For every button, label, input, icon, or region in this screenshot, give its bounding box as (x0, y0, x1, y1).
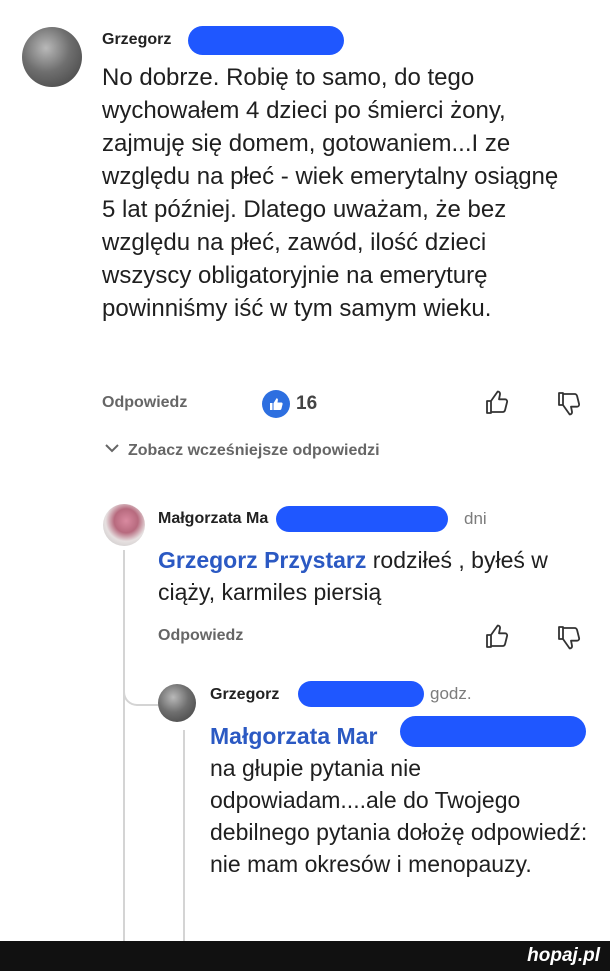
comment-text: No dobrze. Robię to samo, do tego wychow… (102, 64, 559, 322)
reply2-text: na głupie pytania nie odpowiadam....ale … (210, 755, 588, 877)
thread-branch (123, 676, 161, 706)
redaction-mark (188, 26, 344, 55)
reply2-time: godz. (430, 684, 472, 703)
thumbs-down-icon[interactable] (554, 622, 584, 652)
earlier-replies-link[interactable]: Zobacz wcześniejsze odpowiedzi (104, 440, 380, 461)
thumbs-up-icon[interactable] (482, 388, 512, 418)
reply1-time: dni (464, 509, 487, 528)
thumbs-down-icon[interactable] (554, 388, 584, 418)
watermark-logo: hopaj.pl (527, 945, 600, 966)
avatar-grzegorz[interactable] (22, 27, 82, 87)
chevron-down-icon (104, 440, 120, 461)
reply1-body: Grzegorz Przystarz rodziłeś , byłeś w ci… (158, 544, 588, 608)
redaction-mark (276, 506, 448, 532)
earlier-replies-label: Zobacz wcześniejsze odpowiedzi (128, 441, 380, 459)
like-count: 16 (296, 393, 318, 414)
thread-line-nested (183, 730, 185, 941)
watermark-bar: hopaj.pl (0, 941, 610, 971)
reply-button[interactable]: Odpowiedz (102, 394, 187, 412)
reply1-mention[interactable]: Grzegorz Przystarz (158, 547, 366, 573)
avatar-malgorzata[interactable] (103, 504, 145, 546)
thumbs-up-icon[interactable] (482, 622, 512, 652)
avatar-grzegorz-small[interactable] (158, 684, 196, 722)
reply2-author[interactable]: Grzegorz (210, 686, 279, 704)
thread-line (123, 550, 125, 941)
like-badge-icon (262, 390, 290, 418)
like-count-group[interactable]: 16 (262, 390, 317, 418)
comment-author[interactable]: Grzegorz (102, 31, 171, 49)
reply1-reply-button[interactable]: Odpowiedz (158, 627, 243, 645)
reply1-author[interactable]: Małgorzata Ma (158, 510, 268, 528)
redaction-mark (400, 716, 586, 747)
redaction-mark (298, 681, 424, 707)
